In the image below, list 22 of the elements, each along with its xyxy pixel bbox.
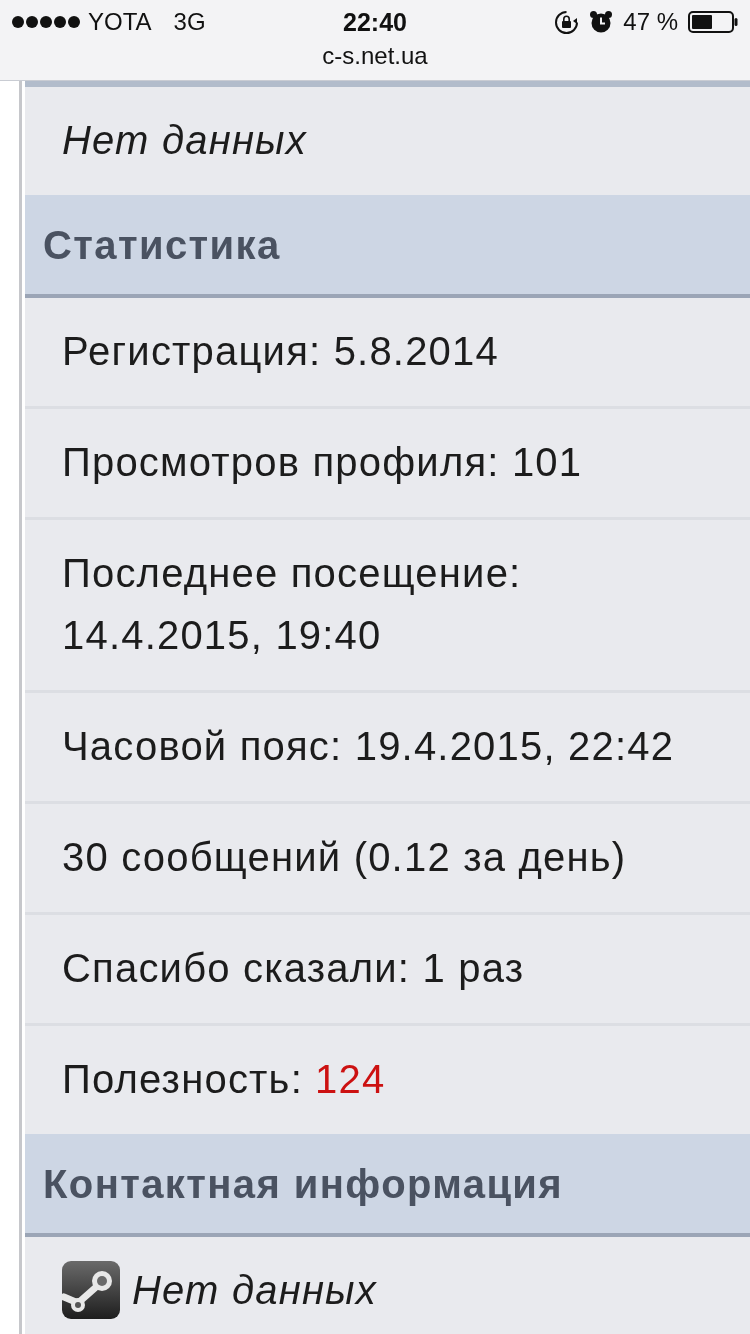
alarm-clock-icon xyxy=(589,10,614,34)
stat-text: Спасибо сказали: 1 раз xyxy=(62,945,525,992)
stat-text: Последнее посещение: 14.4.2015, 19:40 xyxy=(62,550,523,659)
page-url[interactable]: c-s.net.ua xyxy=(322,44,428,68)
battery-percentage: 47 % xyxy=(623,10,678,34)
stat-text: Часовой пояс: 19.4.2015, 22:42 xyxy=(62,723,675,770)
battery-icon xyxy=(688,11,738,33)
reputation-value: 124 xyxy=(315,1056,386,1103)
rotation-lock-icon xyxy=(554,9,580,35)
carrier-name: YOTA xyxy=(88,10,152,34)
section-header: Статистика xyxy=(25,195,750,298)
no-data-text: Нет данных xyxy=(62,117,307,164)
signal-strength-icon xyxy=(12,16,80,28)
section-header: Контактная информация xyxy=(25,1134,750,1237)
no-data-text: Нет данных xyxy=(132,1267,377,1314)
network-type: 3G xyxy=(173,10,206,34)
stat-text: Просмотров профиля: 101 xyxy=(62,439,583,486)
app-logo-icon xyxy=(62,1261,120,1319)
stat-text: Регистрация: 5.8.2014 xyxy=(62,328,499,375)
clock-time: 22:40 xyxy=(343,9,407,35)
stat-text: 30 сообщений (0.12 за день) xyxy=(62,834,627,881)
stat-label: Полезность: xyxy=(62,1056,303,1103)
